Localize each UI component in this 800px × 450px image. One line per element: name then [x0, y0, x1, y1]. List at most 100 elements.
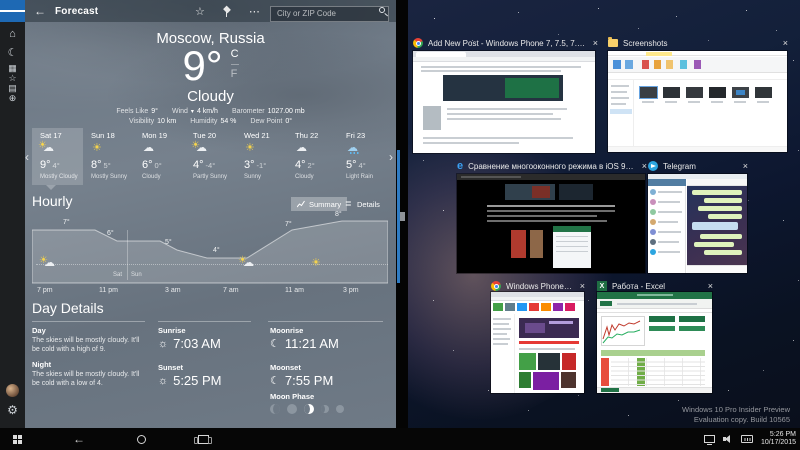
hourly-temp-label: 6° [107, 230, 114, 237]
sunny-icon: ☀ [245, 142, 255, 154]
day-low: -4° [205, 161, 216, 170]
stat-label: Dew Point [250, 118, 283, 125]
taskbar-back-button[interactable]: ← [62, 428, 96, 450]
hourly-time-label: 3 am [165, 287, 181, 294]
current-condition: Cloudy [187, 88, 234, 105]
unit-fahrenheit-toggle[interactable]: F [230, 64, 239, 80]
details-button[interactable]: ≣ Details [339, 197, 386, 211]
window-thumbnail-excel[interactable] [597, 292, 712, 393]
user-avatar[interactable] [0, 380, 25, 400]
daily-item-fri[interactable]: Fri 23 ☁ 5° 4° Light Rain [338, 128, 389, 185]
moonset-value: ☾ 7:55 PM [270, 373, 333, 388]
hourly-time-label: 7 pm [37, 287, 53, 294]
mostly-sunny-icon: ☀ [92, 142, 102, 154]
clock[interactable]: 5:26 PM 10/17/2015 [761, 431, 796, 448]
window-thumbnail-explorer[interactable] [608, 51, 787, 152]
cortana-search-button[interactable] [124, 428, 158, 450]
window-title: Add New Post - Windows Phone 7, 7.5, 7.8… [428, 38, 586, 48]
moon-phase-label: Moon Phase [270, 392, 315, 401]
insider-watermark: Windows 10 Pro Insider Preview Evaluatio… [682, 405, 790, 425]
app-title: Forecast [55, 5, 99, 17]
daily-item-tue[interactable]: Tue 20 ☀ ☁ 4° -4° Partly Sunny [185, 128, 236, 185]
sunset-value: ☼ 5:25 PM [158, 373, 222, 388]
folder-icon [608, 37, 618, 47]
hourly-section-title: Hourly [32, 193, 73, 209]
search-icon[interactable] [379, 7, 385, 13]
window-title: Windows Phone, Windows 1... [506, 281, 573, 291]
volume-icon[interactable] [722, 434, 733, 444]
close-window-button[interactable]: × [781, 38, 790, 48]
day-low: 0° [154, 161, 162, 170]
close-window-button[interactable]: × [578, 281, 587, 291]
search-input[interactable] [270, 5, 389, 22]
telegram-icon [648, 161, 658, 171]
daily-item-sat[interactable]: Sat 17 ☀ ☁ 9° 4° Mostly Cloudy [32, 128, 83, 190]
unit-celsius-toggle[interactable]: C [231, 48, 239, 60]
close-window-button[interactable]: × [741, 161, 750, 171]
daily-item-sun[interactable]: Sun 18 ☀ 8° 5° Mostly Sunny [83, 128, 134, 185]
day-label: Day [32, 326, 46, 335]
hourly-temp-label: 4° [213, 247, 220, 254]
more-options-icon[interactable]: ⋯ [249, 5, 261, 18]
close-window-button[interactable]: × [706, 281, 715, 291]
day-condition: Mostly Cloudy [40, 174, 78, 180]
wind-direction-icon: ▾ [190, 109, 194, 115]
pin-to-start-icon[interactable] [222, 5, 231, 17]
start-button[interactable] [0, 428, 34, 450]
moonrise-time: 11:21 AM [284, 336, 339, 351]
moonrise-icon: ☾ [270, 338, 280, 350]
close-window-button[interactable]: × [591, 38, 600, 48]
weather-header-bar: ← Forecast ☆ ⋯ [25, 0, 396, 22]
snap-divider[interactable] [396, 0, 408, 428]
day-high: 4° [193, 159, 204, 171]
day-high: 9° [40, 159, 51, 171]
day-condition: Cloudy [142, 174, 161, 180]
window-header: Add New Post - Windows Phone 7, 7.5, 7.8… [413, 37, 600, 49]
window-thumbnail-wordpress[interactable] [413, 51, 595, 153]
favorite-star-icon[interactable]: ☆ [195, 5, 205, 18]
divider [32, 321, 145, 322]
day-high: 5° [346, 159, 357, 171]
daily-item-wed[interactable]: Wed 21 ☀ 3° -1° Sunny [236, 128, 287, 185]
day-low: 4° [52, 161, 60, 170]
moon-phase-full-icon [336, 405, 344, 413]
daily-item-thu[interactable]: Thu 22 ☁ 4° 2° Cloudy [287, 128, 338, 185]
hourly-icon-baseline [36, 264, 388, 265]
settings-gear-icon[interactable]: ⚙ [0, 400, 25, 420]
back-button[interactable]: ← [25, 4, 55, 18]
world-weather-icon[interactable]: ⊕ [0, 88, 25, 108]
daily-scroll-right-icon[interactable]: › [389, 150, 393, 164]
stat-label: Feels Like [116, 108, 149, 115]
window-title: Telegram [663, 161, 696, 171]
tray-date: 10/17/2015 [760, 439, 796, 446]
daily-item-mon[interactable]: Mon 19 ☁ 6° 0° Cloudy [134, 128, 185, 185]
window-header: Telegram × [648, 160, 750, 172]
window-header: Windows Phone, Windows 1... × [491, 280, 587, 292]
hourly-temp-label: 8° [335, 211, 342, 218]
window-thumbnail-edge[interactable] [457, 174, 645, 273]
cloudy-icon: ☁ [296, 142, 307, 154]
stat-label: Visibility [128, 118, 155, 125]
window-thumbnail-chrome-site[interactable] [491, 292, 584, 393]
task-view-button[interactable] [186, 428, 220, 450]
stat-value: 0° [285, 118, 293, 125]
hourly-time-label: 7 am [223, 287, 239, 294]
sunrise-label: Sunrise [158, 326, 186, 335]
snap-divider-handle[interactable] [400, 212, 405, 221]
partly-cloudy-icon: ☀ ☁ [39, 255, 55, 269]
touch-keyboard-icon[interactable] [740, 435, 753, 443]
moon-phase-icons [270, 404, 344, 414]
edge-icon: e [457, 160, 464, 172]
night-label: Night [32, 360, 52, 369]
sunset-icon: ☼ [158, 374, 169, 387]
daily-forecast-strip: ‹ Sat 17 ☀ ☁ 9° 4° Mostly Cloudy Sun 18 ☀ … [25, 128, 396, 190]
hamburger-menu-button[interactable] [0, 0, 25, 22]
day-high: 4° [295, 159, 306, 171]
divider [268, 321, 383, 322]
network-icon[interactable] [703, 435, 715, 445]
daily-scroll-left-icon[interactable]: ‹ [25, 150, 29, 164]
window-thumbnail-telegram[interactable] [648, 174, 747, 273]
wallpaper-stars [408, 0, 409, 1]
home-icon[interactable]: ⌂ [0, 24, 25, 44]
system-tray: 5:26 PM 10/17/2015 [703, 428, 796, 450]
